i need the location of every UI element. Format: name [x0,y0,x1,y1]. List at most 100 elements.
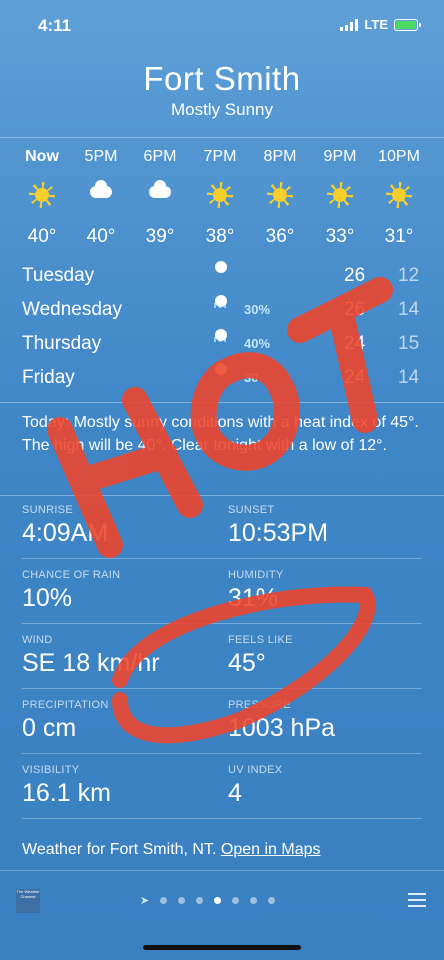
day-row: Thursday 40% 24 15 [0,333,444,367]
hour-item: Now 40° [12,148,72,248]
detail-row: PRECIPITATION 0 cm PRESSURE 1003 hPa [22,689,422,754]
hour-label: 6PM [143,148,177,165]
precip-chance: 30 [244,370,259,385]
hour-label: 5PM [84,148,118,165]
detail-value: 31% [228,584,279,612]
detail-value: 10% [22,584,73,612]
day-name: Friday [22,367,75,388]
detail-key: SUNSET [228,504,275,516]
detail-value: SE 18 km/hr [22,649,160,677]
precip-chance: 40% [244,336,271,351]
page-dot [160,897,168,904]
open-in-maps-link[interactable]: Open in Maps [221,841,321,858]
hour-item: 9PM 33° [310,148,370,248]
hour-temp: 38° [205,226,235,247]
detail-value: 4:09AM [22,519,109,547]
hour-item: 6PM 39° [130,148,190,248]
location-header: Fort Smith Mostly Sunny [0,60,444,120]
hour-item: 10PM 31° [369,148,429,248]
sun-icon [327,182,353,208]
city-name: Fort Smith [143,60,301,97]
detail-key: UV INDEX [228,764,283,776]
detail-key: SUNRISE [22,504,73,516]
detail-row: CHANCE OF RAIN 10% HUMIDITY 31% [22,559,422,624]
location-arrow-icon: ➤ [140,895,150,907]
day-row: Friday 30 24 14 [0,367,444,401]
detail-key: FEELS LIKE [228,634,293,646]
hour-label: 9PM [323,148,357,165]
summary-text: Today: Mostly sunny conditions with a he… [22,414,419,454]
current-condition: Mostly Sunny [170,100,274,119]
day-high: 26 [344,265,366,286]
battery-icon [394,18,421,31]
hour-temp: 36° [265,226,295,247]
page-indicator[interactable]: ➤ [140,894,276,907]
divider [0,870,444,871]
day-high: 24 [344,333,366,354]
hour-temp: 39° [145,226,175,247]
hour-temp: 33° [325,226,355,247]
partly-cloudy-icon [90,180,112,198]
detail-row: VISIBILITY 16.1 km UV INDEX 4 [22,754,422,819]
detail-key: HUMIDITY [228,569,284,581]
hour-label: 10PM [378,148,420,165]
hour-temp: 40° [86,226,116,247]
detail-value: 45° [228,649,266,677]
weather-channel-logo[interactable]: The Weather Channel [16,889,40,913]
hour-label: Now [25,148,59,165]
detail-value: 4 [228,779,242,807]
status-time: 4:11 [38,16,72,35]
detail-key: VISIBILITY [22,764,80,776]
network-label: LTE [364,17,388,32]
detail-key: WIND [22,634,53,646]
daily-forecast[interactable]: Tuesday 26 12 Wednesday 30% 26 14 Thursd… [0,265,444,401]
detail-key: PRESSURE [228,699,291,711]
sun-icon [29,182,55,208]
day-high: 26 [344,299,366,320]
page-dot [196,897,204,904]
day-row: Wednesday 30% 26 14 [0,299,444,333]
footer-text: Weather for Fort Smith, NT. [22,841,217,858]
footer-attribution: Weather for Fort Smith, NT. Open in Maps [22,841,320,859]
sun-icon [267,182,293,208]
day-row: Tuesday 26 12 [0,265,444,299]
day-high: 24 [344,367,366,388]
day-low: 12 [398,265,420,286]
rain-icon [210,335,226,342]
home-indicator[interactable] [143,945,301,950]
detail-key: PRECIPITATION [22,699,109,711]
sun-icon [386,182,412,208]
hour-temp: 31° [384,226,414,247]
day-low: 15 [398,333,420,354]
day-low: 14 [398,367,420,388]
hour-label: 8PM [263,148,297,165]
list-icon[interactable] [408,893,426,911]
hour-label: 7PM [203,148,237,165]
signal-icon [340,18,359,31]
day-low: 14 [398,299,420,320]
hourly-forecast[interactable]: Now 40° 5PM 40° 6PM 39° 7PM 38° 8PM 36° … [0,137,444,266]
status-indicators: LTE [340,17,421,32]
partly-cloudy-icon [149,180,171,198]
day-name: Tuesday [22,265,95,286]
page-dot [268,897,276,904]
hour-item: 8PM 36° [250,148,310,248]
page-dot [232,897,240,904]
status-bar: 4:11 LTE [0,0,444,52]
weather-details: SUNRISE 4:09AM SUNSET 10:53PM CHANCE OF RA… [0,494,444,819]
rain-icon [210,301,226,308]
hour-item: 7PM 38° [190,148,250,248]
detail-value: 1003 hPa [228,714,336,742]
sun-icon [207,182,233,208]
detail-row: SUNRISE 4:09AM SUNSET 10:53PM [22,494,422,559]
page-dot [250,897,258,904]
daily-summary: Today: Mostly sunny conditions with a he… [0,402,444,496]
detail-value: 10:53PM [228,519,329,547]
hour-item: 5PM 40° [71,148,131,248]
detail-row: WIND SE 18 km/hr FEELS LIKE 45° [22,624,422,689]
day-name: Wednesday [22,299,122,320]
precip-chance: 30% [244,302,271,317]
page-dot-active [214,897,222,904]
page-dot [178,897,186,904]
detail-key: CHANCE OF RAIN [22,569,121,581]
